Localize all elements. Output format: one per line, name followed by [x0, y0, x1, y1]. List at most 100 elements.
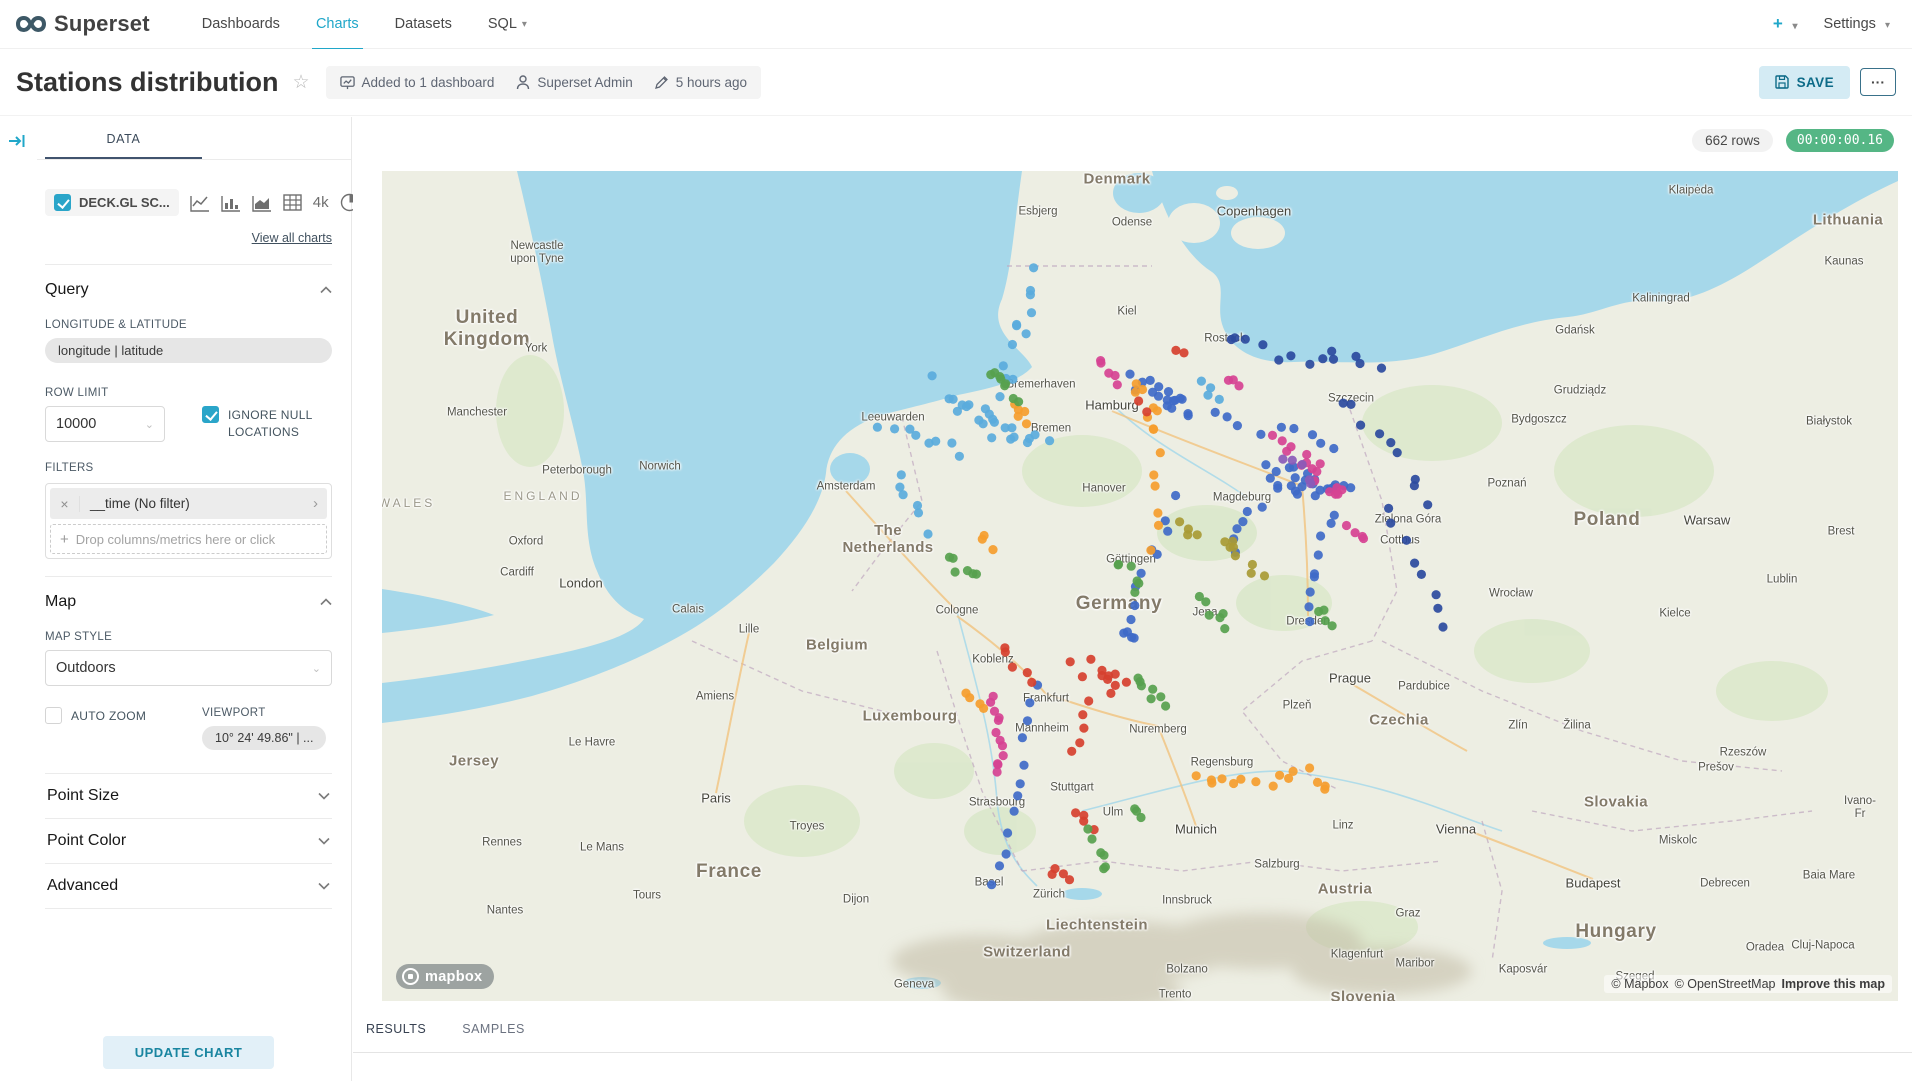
caret-down-icon: ▾: [1793, 21, 1798, 32]
chevron-down-icon: ⌄: [145, 418, 154, 431]
station-dot: [1286, 351, 1295, 360]
save-button[interactable]: SAVE: [1759, 66, 1850, 99]
nav-item-charts[interactable]: Charts: [298, 0, 377, 49]
station-dot: [995, 392, 1004, 401]
station-dot: [988, 545, 997, 554]
station-dot: [1205, 611, 1214, 620]
station-dot: [1288, 456, 1297, 465]
nav-links: DashboardsChartsDatasetsSQL▾: [184, 0, 545, 49]
station-dot: [987, 433, 996, 442]
station-dot: [1087, 834, 1096, 843]
osm-attribution-link[interactable]: © OpenStreetMap: [1675, 977, 1776, 991]
station-dot: [1096, 358, 1105, 367]
station-dot: [1075, 738, 1084, 747]
tab-results[interactable]: RESULTS: [366, 1022, 426, 1052]
station-dot: [1156, 692, 1165, 701]
scatter-dots: [382, 171, 1898, 1001]
superset-app: Superset DashboardsChartsDatasetsSQL▾ + …: [0, 0, 1912, 1081]
improve-map-link[interactable]: Improve this map: [1782, 977, 1886, 991]
station-dot: [1260, 571, 1269, 580]
line-chart-icon[interactable]: [190, 194, 210, 212]
dashboards-badge[interactable]: Added to 1 dashboard: [340, 75, 495, 90]
map-style-select[interactable]: Outdoors ⌄: [45, 650, 332, 686]
station-dot: [1151, 481, 1160, 490]
remove-filter-icon[interactable]: ×: [50, 496, 80, 512]
map-attribution: © Mapbox © OpenStreetMap Improve this ma…: [1604, 975, 1892, 993]
nav-item-dashboards[interactable]: Dashboards: [184, 0, 298, 49]
auto-zoom-checkbox[interactable]: [45, 707, 62, 724]
section-title: Point Color: [47, 832, 126, 850]
station-dot: [1171, 491, 1180, 500]
station-dot: [1066, 657, 1075, 666]
settings-menu[interactable]: Settings ▾: [1824, 16, 1890, 32]
tab-data[interactable]: DATA: [45, 117, 202, 159]
viz-selected-checkbox-icon: [54, 194, 71, 211]
map-section-header[interactable]: Map: [45, 593, 332, 611]
station-dot: [1375, 429, 1384, 438]
station-dot: [965, 693, 974, 702]
station-dot: [1298, 460, 1307, 469]
chevron-up-icon: [320, 286, 332, 294]
station-dot: [1012, 320, 1021, 329]
row-limit-select[interactable]: 10000 ⌄: [45, 406, 165, 442]
viz-4k-shortcut[interactable]: 4k: [313, 194, 329, 211]
filter-pill[interactable]: × __time (No filter) ›: [50, 488, 327, 519]
tab-samples[interactable]: SAMPLES: [462, 1022, 525, 1052]
station-dot: [1154, 392, 1163, 401]
section-point-color[interactable]: Point Color: [45, 819, 332, 864]
section-advanced[interactable]: Advanced: [45, 864, 332, 909]
owner-badge[interactable]: Superset Admin: [516, 75, 632, 90]
bar-chart-icon[interactable]: [221, 194, 241, 212]
panel-spacer: [45, 909, 332, 1036]
plus-icon: +: [60, 531, 69, 548]
station-dot: [945, 394, 954, 403]
station-dot: [1286, 442, 1295, 451]
map-canvas[interactable]: DenmarkEsbjergOdenseCopenhagenKlaipėdaLi…: [382, 171, 1898, 1001]
nav-item-sql[interactable]: SQL▾: [470, 0, 545, 49]
station-dot: [1153, 406, 1162, 415]
brand[interactable]: Superset: [16, 11, 150, 37]
station-dot: [986, 698, 995, 707]
station-dot: [1111, 670, 1120, 679]
station-dot: [1305, 763, 1314, 772]
station-dot: [1006, 435, 1015, 444]
station-dot: [1127, 562, 1136, 571]
station-dot: [931, 437, 940, 446]
viewport-pill[interactable]: 10° 24' 49.86" | ...: [202, 726, 326, 750]
view-all-charts-link[interactable]: View all charts: [252, 231, 332, 245]
station-dot: [1316, 459, 1325, 468]
viz-type-row: DECK.GL SC... 4k: [45, 189, 332, 216]
collapse-strip: [0, 117, 37, 1081]
station-dot: [1306, 479, 1315, 488]
station-dot: [1016, 779, 1025, 788]
query-section-header[interactable]: Query: [45, 281, 332, 299]
mapbox-watermark[interactable]: mapbox: [396, 964, 494, 989]
filter-dropzone[interactable]: + Drop columns/metrics here or click: [50, 524, 327, 554]
new-item-menu[interactable]: + ▾: [1773, 14, 1798, 34]
viz-type-selected[interactable]: DECK.GL SC...: [45, 189, 179, 216]
area-chart-icon[interactable]: [252, 194, 272, 212]
table-icon[interactable]: [283, 194, 302, 211]
station-dot: [897, 470, 906, 479]
favorite-star-icon[interactable]: ☆: [293, 71, 310, 94]
more-actions-button[interactable]: ···: [1860, 68, 1896, 96]
station-dot: [991, 728, 1000, 737]
ignore-null-checkbox[interactable]: [202, 406, 219, 423]
station-dot: [1101, 862, 1110, 871]
header-actions: SAVE ···: [1759, 66, 1896, 99]
update-chart-button[interactable]: UPDATE CHART: [103, 1036, 275, 1069]
longlat-pill[interactable]: longitude | latitude: [45, 338, 332, 363]
station-dot: [1130, 588, 1139, 597]
station-dot: [1134, 396, 1143, 405]
expand-datasource-icon[interactable]: [8, 133, 26, 154]
query-badges: 662 rows 00:00:00.16: [1692, 129, 1894, 152]
last-modified-badge[interactable]: 5 hours ago: [655, 75, 747, 90]
mapbox-attribution-link[interactable]: © Mapbox: [1611, 977, 1668, 991]
station-dot: [1136, 813, 1145, 822]
station-dot: [1027, 308, 1036, 317]
nav-item-datasets[interactable]: Datasets: [377, 0, 470, 49]
chevron-up-icon: [320, 598, 332, 606]
caret-down-icon: ▾: [1885, 20, 1890, 31]
section-point-size[interactable]: Point Size: [45, 773, 332, 819]
station-dot: [1261, 460, 1270, 469]
